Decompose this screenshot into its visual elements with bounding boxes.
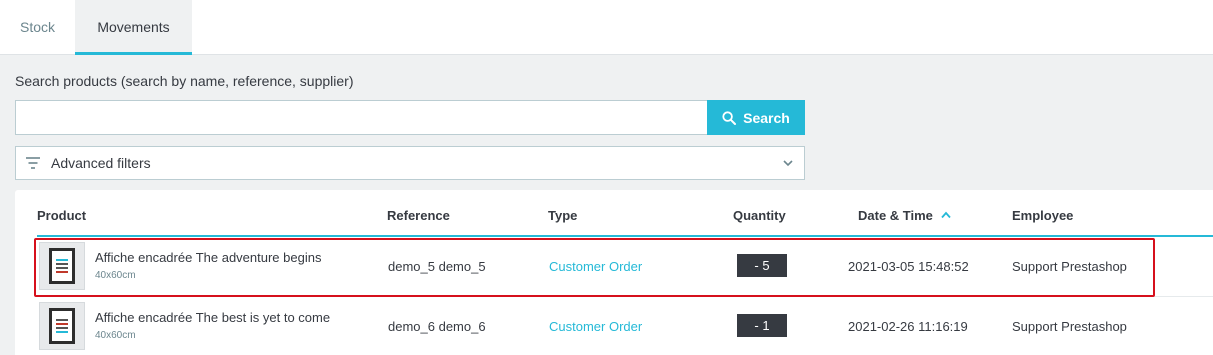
search-button-label: Search bbox=[743, 109, 790, 126]
filter-icon bbox=[26, 157, 40, 169]
product-thumbnail bbox=[39, 242, 85, 290]
column-header-type: Type bbox=[548, 208, 578, 223]
product-combination: 40x60cm bbox=[95, 270, 136, 281]
column-header-date-time-label: Date & Time bbox=[858, 208, 933, 223]
quantity-badge: - 1 bbox=[737, 314, 787, 337]
table-row: Affiche encadrée The adventure begins 40… bbox=[37, 237, 1213, 297]
tab-stock[interactable]: Stock bbox=[0, 0, 75, 55]
column-header-reference: Reference bbox=[387, 208, 450, 223]
column-header-product: Product bbox=[37, 208, 87, 223]
search-icon bbox=[722, 110, 737, 125]
advanced-filters-toggle[interactable]: Advanced filters bbox=[15, 146, 805, 180]
movement-type-link[interactable]: Customer Order bbox=[549, 319, 642, 334]
reference: demo_5 demo_5 bbox=[388, 259, 486, 274]
date-time: 2021-02-26 11:16:19 bbox=[848, 319, 968, 334]
search-button[interactable]: Search bbox=[707, 100, 805, 135]
sort-ascending-icon[interactable] bbox=[941, 211, 951, 219]
product-thumbnail bbox=[39, 302, 85, 350]
product-combination: 40x60cm bbox=[95, 330, 136, 341]
framed-poster-image bbox=[49, 248, 75, 284]
column-header-quantity: Quantity bbox=[733, 208, 786, 223]
column-header-date-time[interactable]: Date & Time bbox=[858, 208, 951, 223]
chevron-down-icon bbox=[783, 160, 793, 167]
table-row: Affiche encadrée The best is yet to come… bbox=[37, 297, 1213, 355]
tab-bar: Stock Movements bbox=[0, 0, 1213, 55]
framed-poster-image bbox=[49, 308, 75, 344]
tab-movements[interactable]: Movements bbox=[75, 0, 192, 55]
column-header-employee: Employee bbox=[1012, 208, 1074, 223]
quantity-badge: - 5 bbox=[737, 254, 787, 277]
movement-type-link[interactable]: Customer Order bbox=[549, 259, 642, 274]
search-input[interactable] bbox=[15, 100, 708, 135]
search-label: Search products (search by name, referen… bbox=[15, 73, 354, 89]
movements-table: Product Reference Type Quantity Date & T… bbox=[15, 190, 1213, 355]
product-name: Affiche encadrée The adventure begins bbox=[95, 250, 322, 265]
employee: Support Prestashop bbox=[1012, 319, 1127, 334]
employee: Support Prestashop bbox=[1012, 259, 1127, 274]
reference: demo_6 demo_6 bbox=[388, 319, 486, 334]
advanced-filters-label: Advanced filters bbox=[51, 155, 151, 171]
date-time: 2021-03-05 15:48:52 bbox=[848, 259, 969, 274]
product-name: Affiche encadrée The best is yet to come bbox=[95, 310, 331, 325]
